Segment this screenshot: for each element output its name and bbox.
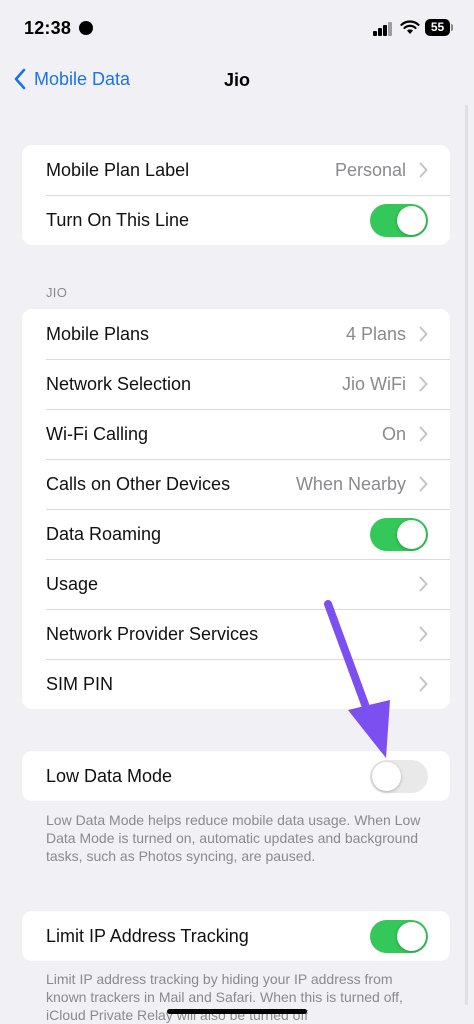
limit-ip-row: Limit IP Address Tracking (22, 911, 450, 961)
row-value: When Nearby (295, 473, 406, 494)
location-icon (79, 21, 93, 35)
page-title: Jio (223, 70, 250, 90)
data-roaming-row: Data Roaming (22, 509, 450, 559)
turn-on-line-toggle[interactable] (370, 204, 428, 237)
chevron-right-icon (419, 426, 428, 442)
toggle-knob (372, 762, 401, 791)
row-label: Data Roaming (46, 523, 162, 544)
row-label: Low Data Mode (46, 765, 173, 786)
row-label: Wi-Fi Calling (46, 423, 149, 444)
row-label: Usage (46, 573, 99, 594)
network-provider-services-row[interactable]: Network Provider Services (22, 609, 450, 659)
row-label: Calls on Other Devices (46, 473, 231, 494)
row-value: On (381, 423, 406, 444)
mobile-plan-label-row[interactable]: Mobile Plan Label Personal (22, 145, 450, 195)
network-selection-row[interactable]: Network Selection Jio WiFi (22, 359, 450, 409)
low-data-mode-footer: Low Data Mode helps reduce mobile data u… (46, 812, 421, 864)
scroll-indicator (465, 105, 468, 1005)
home-indicator (167, 1009, 307, 1014)
row-label: Mobile Plan Label (46, 159, 190, 180)
toggle-knob (397, 922, 426, 951)
row-label: Limit IP Address Tracking (46, 925, 249, 946)
row-label: Turn On This Line (46, 209, 190, 230)
mobile-plans-row[interactable]: Mobile Plans 4 Plans (22, 309, 450, 359)
chevron-right-icon (419, 626, 428, 642)
chevron-right-icon (419, 576, 428, 592)
wifi-calling-row[interactable]: Wi-Fi Calling On (22, 409, 450, 459)
row-value: Jio WiFi (342, 373, 406, 394)
chevron-right-icon (419, 676, 428, 692)
calls-on-other-devices-row[interactable]: Calls on Other Devices When Nearby (22, 459, 450, 509)
wifi-icon (400, 20, 420, 34)
chevron-right-icon (419, 162, 428, 178)
row-value: 4 Plans (345, 323, 406, 344)
low-data-mode-toggle[interactable] (370, 760, 428, 793)
line-settings-group: Mobile Plan Label Personal Turn On This … (22, 145, 450, 245)
cellular-signal-icon (373, 22, 393, 36)
sim-pin-row[interactable]: SIM PIN (22, 659, 450, 709)
section-header-jio: JIO (46, 285, 68, 300)
limit-ip-footer: Limit IP address tracking by hiding your… (46, 971, 403, 1023)
row-label: Network Selection (46, 373, 192, 394)
row-label: Network Provider Services (46, 623, 259, 644)
turn-on-line-row: Turn On This Line (22, 195, 450, 245)
low-data-mode-group: Low Data Mode (22, 751, 450, 801)
toggle-knob (397, 520, 426, 549)
row-label: SIM PIN (46, 673, 114, 694)
battery-tip (451, 24, 453, 31)
toggle-knob (397, 206, 426, 235)
low-data-mode-row: Low Data Mode (22, 751, 450, 801)
chevron-right-icon (419, 376, 428, 392)
row-label: Mobile Plans (46, 323, 150, 344)
status-bar: 12:38 55 (0, 0, 474, 58)
usage-row[interactable]: Usage (22, 559, 450, 609)
navigation-bar: Mobile Data Jio (0, 60, 474, 104)
chevron-right-icon (419, 326, 428, 342)
chevron-right-icon (419, 476, 428, 492)
battery-icon: 55 (425, 19, 450, 36)
limit-ip-group: Limit IP Address Tracking (22, 911, 450, 961)
data-roaming-toggle[interactable] (370, 518, 428, 551)
limit-ip-toggle[interactable] (370, 920, 428, 953)
row-value: Personal (334, 159, 406, 180)
jio-settings-group: Mobile Plans 4 Plans Network Selection J… (22, 309, 450, 709)
status-time: 12:38 (24, 18, 72, 38)
